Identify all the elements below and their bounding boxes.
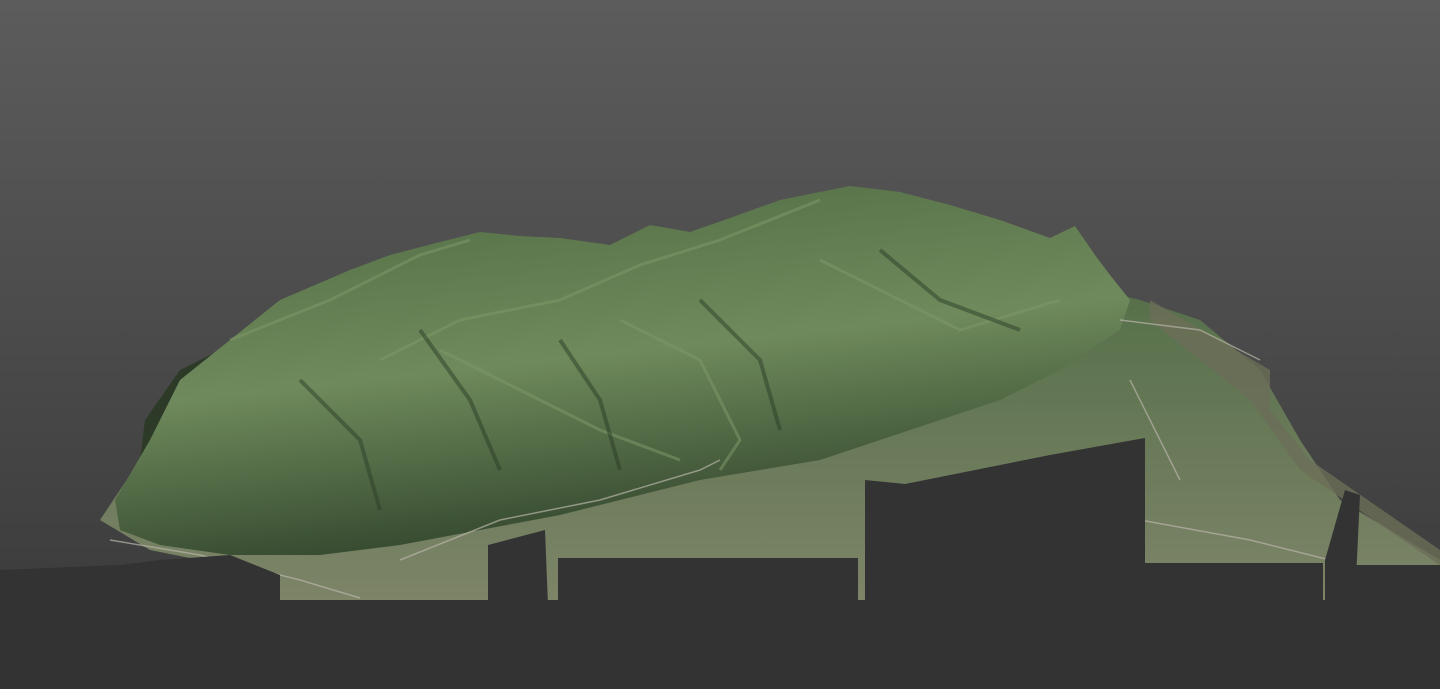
terrain-viewport[interactable] bbox=[0, 0, 1440, 689]
